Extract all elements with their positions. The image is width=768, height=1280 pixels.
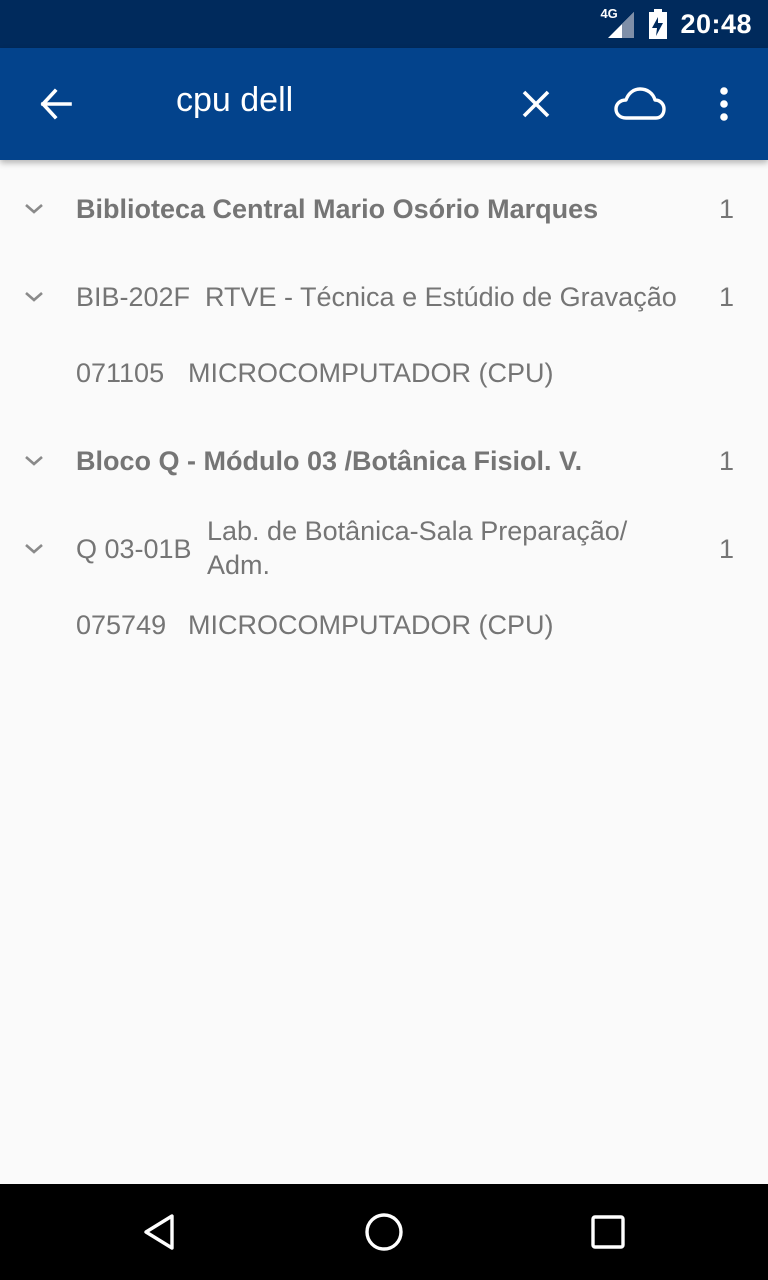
room-code: Q 03-01B — [76, 534, 192, 564]
chevron-down-icon — [25, 456, 43, 466]
group-title: Bloco Q - Módulo 03 /Botânica Fisiol. V. — [76, 446, 583, 476]
room-code: BIB-202F — [76, 282, 191, 312]
item-id: 075749 — [76, 610, 167, 640]
item-description: MICROCOMPUTADOR (CPU) — [188, 610, 554, 640]
room-name: RTVE - Técnica e Estúdio de Gravação — [205, 282, 677, 312]
more-vert-icon[interactable] — [696, 76, 752, 132]
navigation-bar — [0, 1184, 768, 1280]
group-count: 1 — [718, 194, 734, 224]
room-name-line1: Lab. de Botânica-Sala Preparação/ — [207, 516, 628, 546]
results-list: Biblioteca Central Mario Osório Marques … — [0, 160, 768, 676]
battery-icon — [648, 8, 668, 40]
chevron-down-icon — [25, 204, 43, 214]
cloud-icon[interactable] — [612, 76, 668, 132]
room-name-line2: Adm. — [207, 550, 271, 580]
room-count: 1 — [718, 534, 734, 564]
group-count: 1 — [718, 446, 734, 476]
arrow-back-icon[interactable] — [28, 76, 84, 132]
app-bar: cpu dell — [0, 48, 768, 160]
signal-4g-icon: 4G — [600, 6, 636, 40]
status-bar: 4G 20:48 — [0, 0, 768, 48]
room-row[interactable]: BIB-202F RTVE - Técnica e Estúdio de Gra… — [0, 260, 768, 336]
item-id: 071105 — [76, 358, 165, 388]
room-row[interactable]: Q 03-01B Lab. de Botânica-Sala Preparaçã… — [0, 500, 768, 600]
list-item[interactable]: 075749 MICROCOMPUTADOR (CPU) — [0, 600, 768, 676]
chevron-down-icon — [25, 292, 43, 302]
circle-home-icon[interactable] — [356, 1204, 412, 1260]
close-icon[interactable] — [508, 76, 564, 132]
group-row[interactable]: Biblioteca Central Mario Osório Marques … — [0, 160, 768, 260]
search-input[interactable]: cpu dell — [176, 81, 293, 120]
item-description: MICROCOMPUTADOR (CPU) — [188, 358, 554, 388]
square-recents-icon[interactable] — [580, 1204, 636, 1260]
triangle-back-icon[interactable] — [132, 1204, 188, 1260]
chevron-down-icon — [25, 544, 43, 554]
room-count: 1 — [718, 282, 734, 312]
group-title: Biblioteca Central Mario Osório Marques — [76, 194, 599, 224]
status-icons: 4G 20:48 — [600, 0, 752, 48]
group-row[interactable]: Bloco Q - Módulo 03 /Botânica Fisiol. V.… — [0, 424, 768, 500]
clock: 20:48 — [680, 8, 752, 39]
list-item[interactable]: 071105 MICROCOMPUTADOR (CPU) — [0, 336, 768, 424]
